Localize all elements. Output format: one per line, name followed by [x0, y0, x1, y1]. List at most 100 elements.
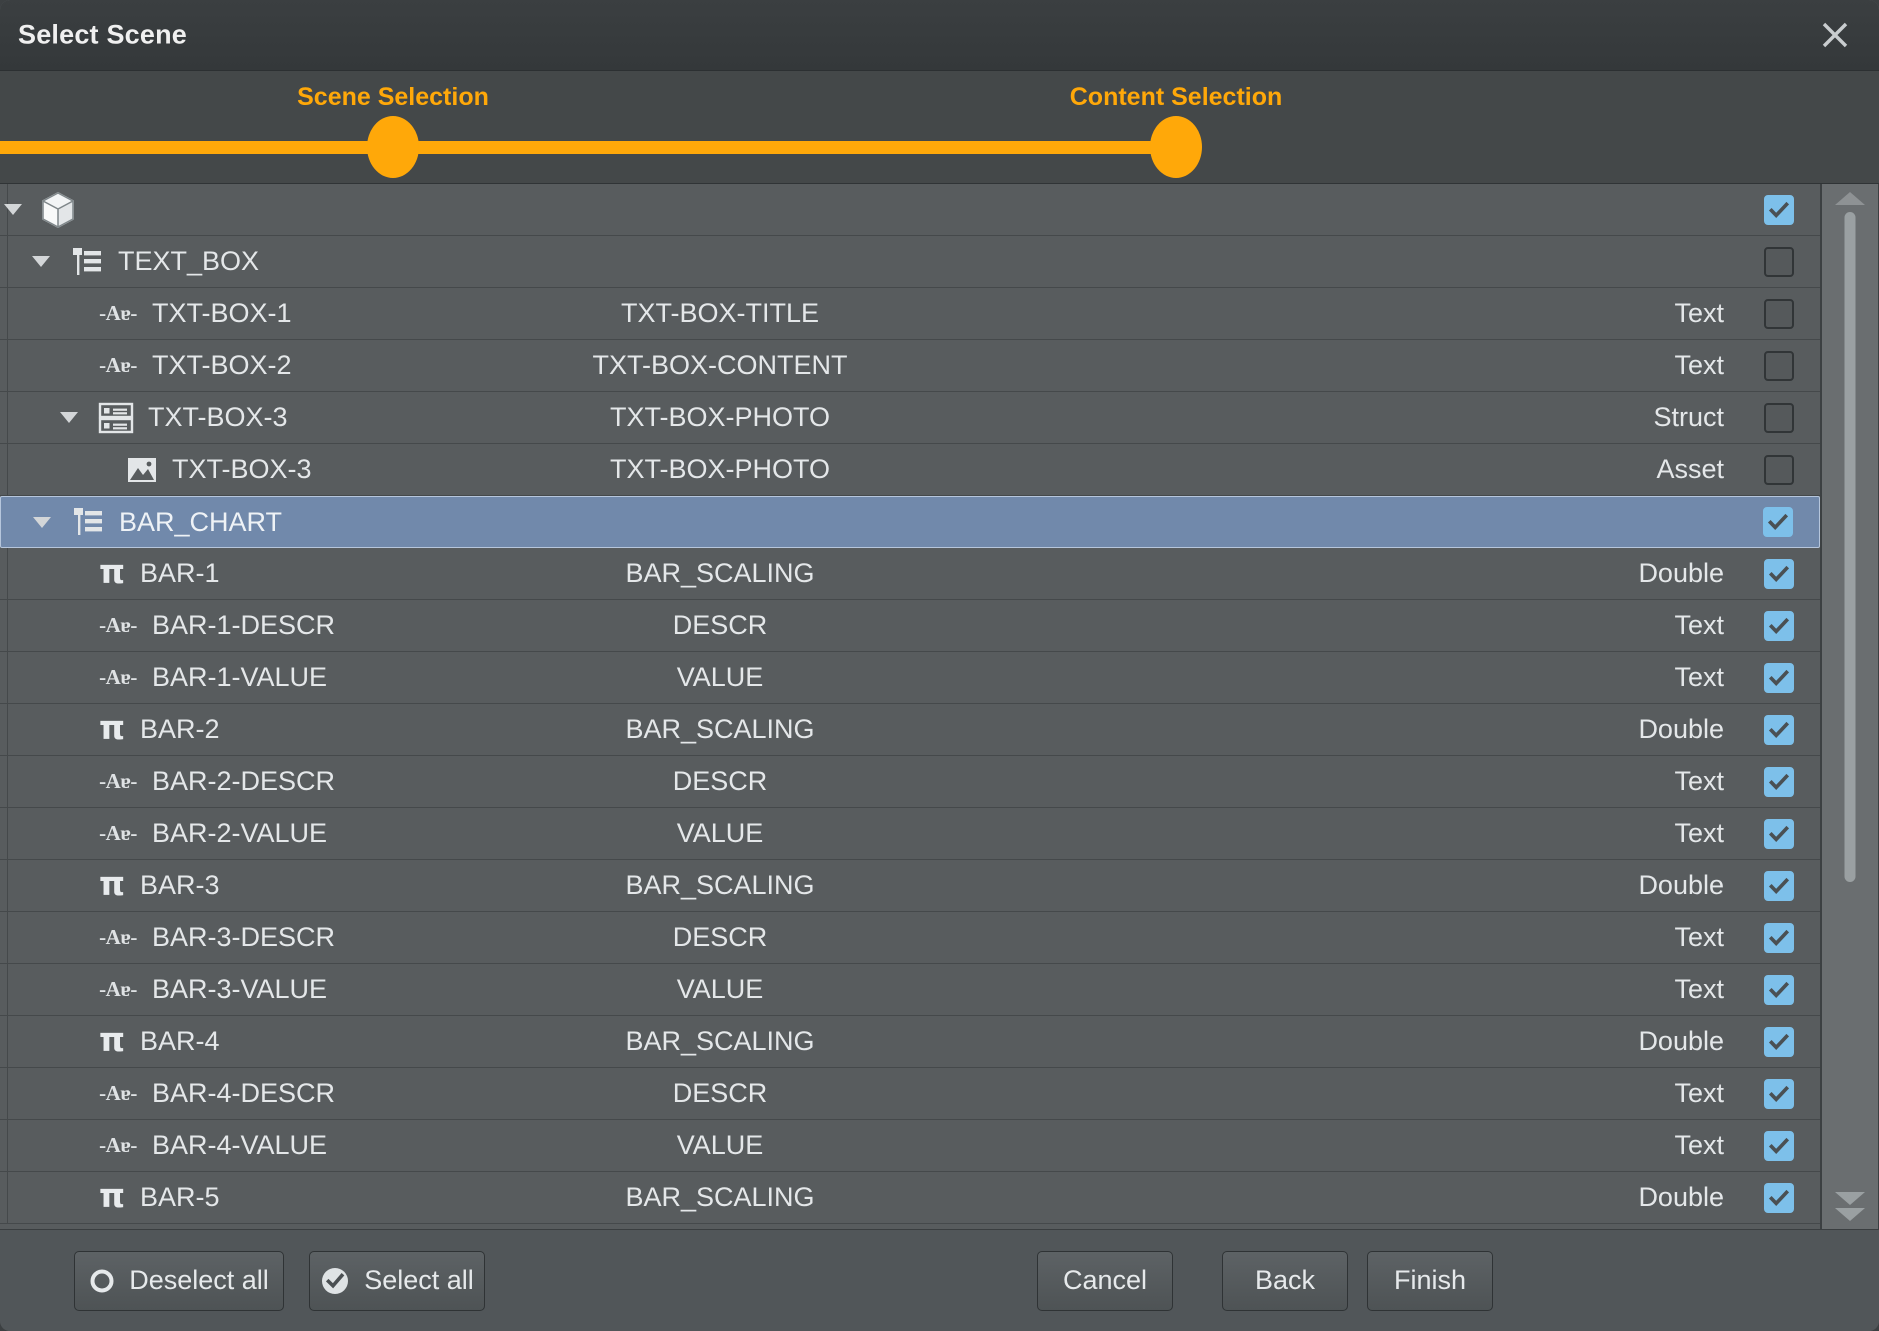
scene-tree[interactable]: TEXT_BOX-Aɐ-TXT-BOX-1TXT-BOX-TITLEText -A… [0, 184, 1821, 1229]
tree-row[interactable]: -Aɐ-BAR-1-VALUEVALUEText [0, 652, 1820, 704]
select-scene-dialog: Select Scene Scene Selection Content Sel… [0, 0, 1879, 1331]
row-checkbox[interactable] [1764, 1183, 1794, 1213]
row-checkbox[interactable] [1764, 611, 1794, 641]
tree-row[interactable]: πBAR-2BAR_SCALINGDouble [0, 704, 1820, 756]
row-checkbox[interactable] [1764, 715, 1794, 745]
tree-row[interactable]: πBAR-3BAR_SCALINGDouble [0, 860, 1820, 912]
tree-row[interactable]: -Aɐ-BAR-4-VALUEVALUEText [0, 1120, 1820, 1172]
tree-row[interactable]: BAR_CHART [0, 496, 1820, 548]
row-checkbox[interactable] [1764, 195, 1794, 225]
tree-row-name: BAR-5 [140, 1182, 220, 1213]
tree-row-name: BAR-4-VALUE [152, 1130, 327, 1161]
tree-row-type: Text [1674, 974, 1724, 1005]
tree-area: TEXT_BOX-Aɐ-TXT-BOX-1TXT-BOX-TITLEText -A… [0, 184, 1879, 1230]
row-checkbox[interactable] [1764, 299, 1794, 329]
scroll-up-icon[interactable] [1835, 192, 1865, 205]
tree-row-binding-text: TXT-BOX-CONTENT [593, 350, 848, 381]
tree-row[interactable]: -Aɐ-BAR-3-DESCRDESCRText [0, 912, 1820, 964]
tree-row[interactable] [0, 184, 1820, 236]
tree-row[interactable]: -Aɐ-BAR-3-VALUEVALUEText [0, 964, 1820, 1016]
tree-row[interactable]: πBAR-5BAR_SCALINGDouble [0, 1172, 1820, 1224]
stepper-track [0, 141, 1176, 154]
tree-row[interactable]: πBAR-4BAR_SCALINGDouble [0, 1016, 1820, 1068]
row-gutter [0, 236, 8, 287]
finish-button[interactable]: Finish [1367, 1251, 1493, 1311]
step-node-scene-selection[interactable] [367, 116, 419, 178]
tree-row-type: Double [1638, 870, 1724, 901]
tree-row[interactable]: TXT-BOX-3TXT-BOX-PHOTOAsset [0, 444, 1820, 496]
select-all-label: Select all [364, 1265, 474, 1296]
scrollbar-thumb[interactable] [1845, 212, 1856, 882]
row-gutter [0, 912, 8, 963]
tree-row-name: BAR-1 [140, 558, 220, 589]
row-checkbox[interactable] [1764, 1027, 1794, 1057]
row-gutter [0, 1172, 8, 1223]
tree-row-name: BAR-3-DESCR [152, 922, 335, 953]
dialog-footer: Deselect all Select all Cancel Back Fini… [0, 1230, 1879, 1331]
row-gutter [0, 288, 8, 339]
chevron-down-icon[interactable] [31, 496, 53, 548]
tree-row-binding: BAR_SCALING [0, 1026, 1820, 1057]
tree-row-binding-text: DESCR [673, 1078, 768, 1109]
tree-row-binding-text: VALUE [677, 662, 764, 693]
back-label: Back [1255, 1265, 1315, 1296]
cancel-button[interactable]: Cancel [1037, 1251, 1173, 1311]
row-checkbox[interactable] [1764, 1079, 1794, 1109]
pi-icon: π [92, 860, 132, 912]
tree-row[interactable]: -Aɐ-BAR-1-DESCRDESCRText [0, 600, 1820, 652]
wizard-stepper: Scene Selection Content Selection [0, 71, 1879, 184]
row-gutter [0, 964, 8, 1015]
row-checkbox[interactable] [1764, 403, 1794, 433]
chevron-down-icon[interactable] [2, 184, 24, 236]
tree-row[interactable]: πBAR-1BAR_SCALINGDouble [0, 548, 1820, 600]
row-checkbox[interactable] [1763, 507, 1793, 537]
tree-row-type: Double [1638, 1026, 1724, 1057]
tree-scrollbar[interactable] [1821, 184, 1879, 1229]
tree-row-binding: BAR_SCALING [0, 1182, 1820, 1213]
chevron-down-icon[interactable] [58, 392, 80, 444]
select-all-button[interactable]: Select all [309, 1251, 485, 1311]
tree-row[interactable]: TEXT_BOX [0, 236, 1820, 288]
tree-row-type: Double [1638, 1182, 1724, 1213]
tree-row[interactable]: -Aɐ-BAR-2-DESCRDESCRText [0, 756, 1820, 808]
step-label-2: Content Selection [1070, 83, 1283, 112]
tree-row-name: BAR-2-VALUE [152, 818, 327, 849]
row-gutter [0, 392, 8, 443]
row-checkbox[interactable] [1764, 351, 1794, 381]
tree-row[interactable]: -Aɐ-BAR-2-VALUEVALUEText [0, 808, 1820, 860]
row-gutter [0, 756, 8, 807]
text-icon: -Aɐ- [92, 1068, 144, 1120]
tree-row-type: Text [1674, 818, 1724, 849]
row-checkbox[interactable] [1764, 819, 1794, 849]
close-icon[interactable] [1813, 13, 1857, 57]
scroll-down-icon[interactable] [1835, 1192, 1865, 1221]
text-icon: -Aɐ- [92, 964, 144, 1016]
row-checkbox[interactable] [1764, 559, 1794, 589]
struct-list-icon [65, 496, 111, 548]
text-icon: -Aɐ- [92, 912, 144, 964]
row-checkbox[interactable] [1764, 975, 1794, 1005]
tree-row-name: BAR-3-VALUE [152, 974, 327, 1005]
tree-row[interactable]: TXT-BOX-3TXT-BOX-PHOTOStruct [0, 392, 1820, 444]
tree-row[interactable]: -Aɐ-TXT-BOX-1TXT-BOX-TITLEText [0, 288, 1820, 340]
cube-icon [36, 184, 80, 236]
row-checkbox[interactable] [1764, 455, 1794, 485]
tree-row[interactable]: -Aɐ-TXT-BOX-2TXT-BOX-CONTENTText [0, 340, 1820, 392]
row-checkbox[interactable] [1764, 923, 1794, 953]
row-checkbox[interactable] [1764, 871, 1794, 901]
row-checkbox[interactable] [1764, 663, 1794, 693]
tree-row-name: TXT-BOX-2 [152, 350, 292, 381]
back-button[interactable]: Back [1222, 1251, 1348, 1311]
row-checkbox[interactable] [1764, 767, 1794, 797]
tree-row[interactable]: -Aɐ-BAR-4-DESCRDESCRText [0, 1068, 1820, 1120]
row-gutter [0, 652, 8, 703]
step-node-content-selection[interactable] [1150, 116, 1202, 178]
row-checkbox[interactable] [1764, 1131, 1794, 1161]
row-gutter [0, 808, 8, 859]
chevron-down-icon[interactable] [30, 236, 52, 288]
row-gutter [0, 1120, 8, 1171]
tree-row-type: Text [1674, 350, 1724, 381]
deselect-all-button[interactable]: Deselect all [74, 1251, 284, 1311]
pi-icon: π [92, 548, 132, 600]
row-checkbox[interactable] [1764, 247, 1794, 277]
